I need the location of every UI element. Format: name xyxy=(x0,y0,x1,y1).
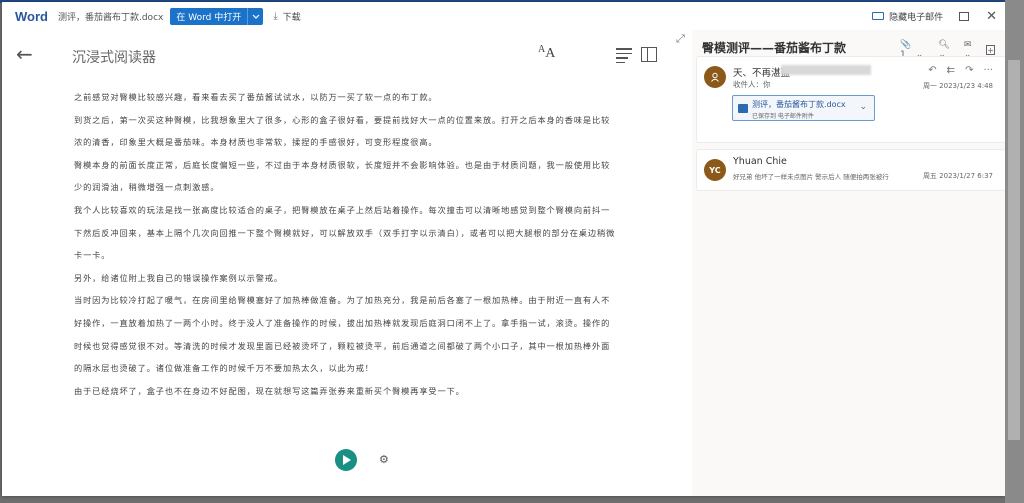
reader-title: 沉浸式阅读器 xyxy=(72,50,156,66)
redacted-email-address xyxy=(781,65,871,75)
back-arrow-icon[interactable]: ← xyxy=(16,42,33,66)
paragraph: 臀模本身的前面长度正常，后庭长度偏短一些，不过由于本身材质很软，长度短并不会影响… xyxy=(74,159,611,193)
open-in-word-button[interactable]: 在 Word 中打开 xyxy=(170,7,264,25)
open-in-word-label[interactable]: 在 Word 中打开 xyxy=(170,8,247,25)
close-icon[interactable]: ✕ xyxy=(986,9,997,24)
book-icon[interactable] xyxy=(641,47,657,62)
avatar: YC xyxy=(704,159,726,181)
email-message[interactable]: 天、不再湛蓝 收件人：你 ↶ ⇇ ↷ ··· 周一 2023/1/23 4:48… xyxy=(696,56,1005,143)
reply-icon[interactable]: ↶ xyxy=(928,65,936,76)
email-message[interactable]: YC Yhuan Chie 好兄弟 他坏了一样未点图片 警示后人 随便拍两张被行… xyxy=(696,149,1005,191)
title-bar: Word 测评，番茄酱布丁款.docx 在 Word 中打开 ⤓ 下载 隐藏电子… xyxy=(2,2,1005,30)
download-icon: ⤓ xyxy=(273,10,278,22)
paragraph: 之前感觉对臀模比较感兴趣，看来看去买了番茄酱试试水，以防万一买了软一点的布丁款。 xyxy=(74,92,438,102)
text-size-icon[interactable]: AA xyxy=(538,44,555,62)
title-bar-right: 隐藏电子邮件 ✕ xyxy=(872,2,1005,30)
word-viewer-window: Word 测评，番茄酱布丁款.docx 在 Word 中打开 ⤓ 下载 隐藏电子… xyxy=(2,2,1005,496)
attachment-status: 已保存到 电子邮件附件 xyxy=(752,113,814,120)
chevron-down-icon[interactable]: ⌄ xyxy=(859,102,867,112)
person-avatar-icon xyxy=(704,66,726,88)
word-file-icon xyxy=(738,104,748,113)
download-label: 下载 xyxy=(282,12,301,23)
immersive-reader: ← 沉浸式阅读器 AA ⤢ 之前感觉对臀模比较感兴趣，看来看去买了番茄酱试试水，… xyxy=(2,30,692,496)
word-brand: Word xyxy=(15,8,48,24)
paragraph: 另外，给诸位附上我自己的错误操作案例以示警戒。 xyxy=(74,272,284,283)
paragraph: 由于已经烧坏了，盒子也不在身边不好配图，现在就想写这篇弄张券来重新买个臀模再享受… xyxy=(74,385,465,396)
background-scrollbar[interactable] xyxy=(1005,0,1024,503)
message-date: 周一 2023/1/23 4:48 xyxy=(922,82,993,90)
voice-settings-icon[interactable]: ⚙ xyxy=(379,453,389,466)
paragraph: 我个人比较喜欢的玩法是找一张高度比较适合的桌子，把臀模放在桌子上然后站着操作。每… xyxy=(74,204,616,261)
reply-all-icon[interactable]: ⇇ xyxy=(947,65,955,76)
download-button[interactable]: ⤓ 下载 xyxy=(273,10,300,23)
message-date: 周五 2023/1/27 6:37 xyxy=(922,172,993,180)
message-preview: 好兄弟 他坏了一样未点图片 警示后人 随便拍两张被行 xyxy=(733,173,889,181)
popout-icon[interactable] xyxy=(959,11,970,21)
attachment-name: 测评，番茄酱布丁款.docx xyxy=(752,100,846,109)
reader-header: ← 沉浸式阅读器 AA ⤢ xyxy=(2,30,692,82)
chevron-down-icon xyxy=(252,14,260,19)
email-pane: 臀模测评——番茄酱布丁款 📎1 ⌄ 🔍︎⌄ ✉⌄ + 天、不再湛蓝 收件人：你 ↶… xyxy=(692,30,1005,496)
grammar-options-icon[interactable] xyxy=(616,48,634,66)
message-actions: ↶ ⇇ ↷ ··· xyxy=(928,65,993,76)
paragraph: 到货之后，第一次买这种臀模，比我想象里大了很多，心形的盒子很好看，要提前找好大一… xyxy=(74,114,611,148)
hide-email-label: 隐藏电子邮件 xyxy=(889,12,944,23)
paragraph: 当时因为比较冷打起了暖气，在房间里给臀模塞好了加热棒做准备。为了加热充分，我是前… xyxy=(74,295,611,374)
reader-content: 之前感觉对臀模比较感兴趣，看来看去买了番茄酱试试水，以防万一买了软一点的布丁款。… xyxy=(74,86,619,402)
email-subject: 臀模测评——番茄酱布丁款 xyxy=(702,41,847,55)
sender-name: Yhuan Chie xyxy=(733,156,787,167)
scrollbar-thumb[interactable] xyxy=(1008,60,1020,440)
plus-box-icon[interactable]: + xyxy=(986,45,995,55)
forward-icon[interactable]: ↷ xyxy=(965,65,973,76)
open-options-dropdown[interactable] xyxy=(247,7,263,25)
expand-icon[interactable]: ⤢ xyxy=(676,32,685,46)
hide-email-button[interactable]: 隐藏电子邮件 xyxy=(872,10,943,23)
mail-hide-icon xyxy=(872,12,885,20)
more-icon[interactable]: ··· xyxy=(983,65,993,76)
document-name: 测评，番茄酱布丁款.docx xyxy=(57,12,164,23)
play-icon[interactable] xyxy=(335,449,357,471)
attachment-card[interactable]: 测评，番茄酱布丁款.docx 已保存到 电子邮件附件 ⌄ xyxy=(732,95,875,121)
recipients: 收件人：你 xyxy=(733,80,771,89)
